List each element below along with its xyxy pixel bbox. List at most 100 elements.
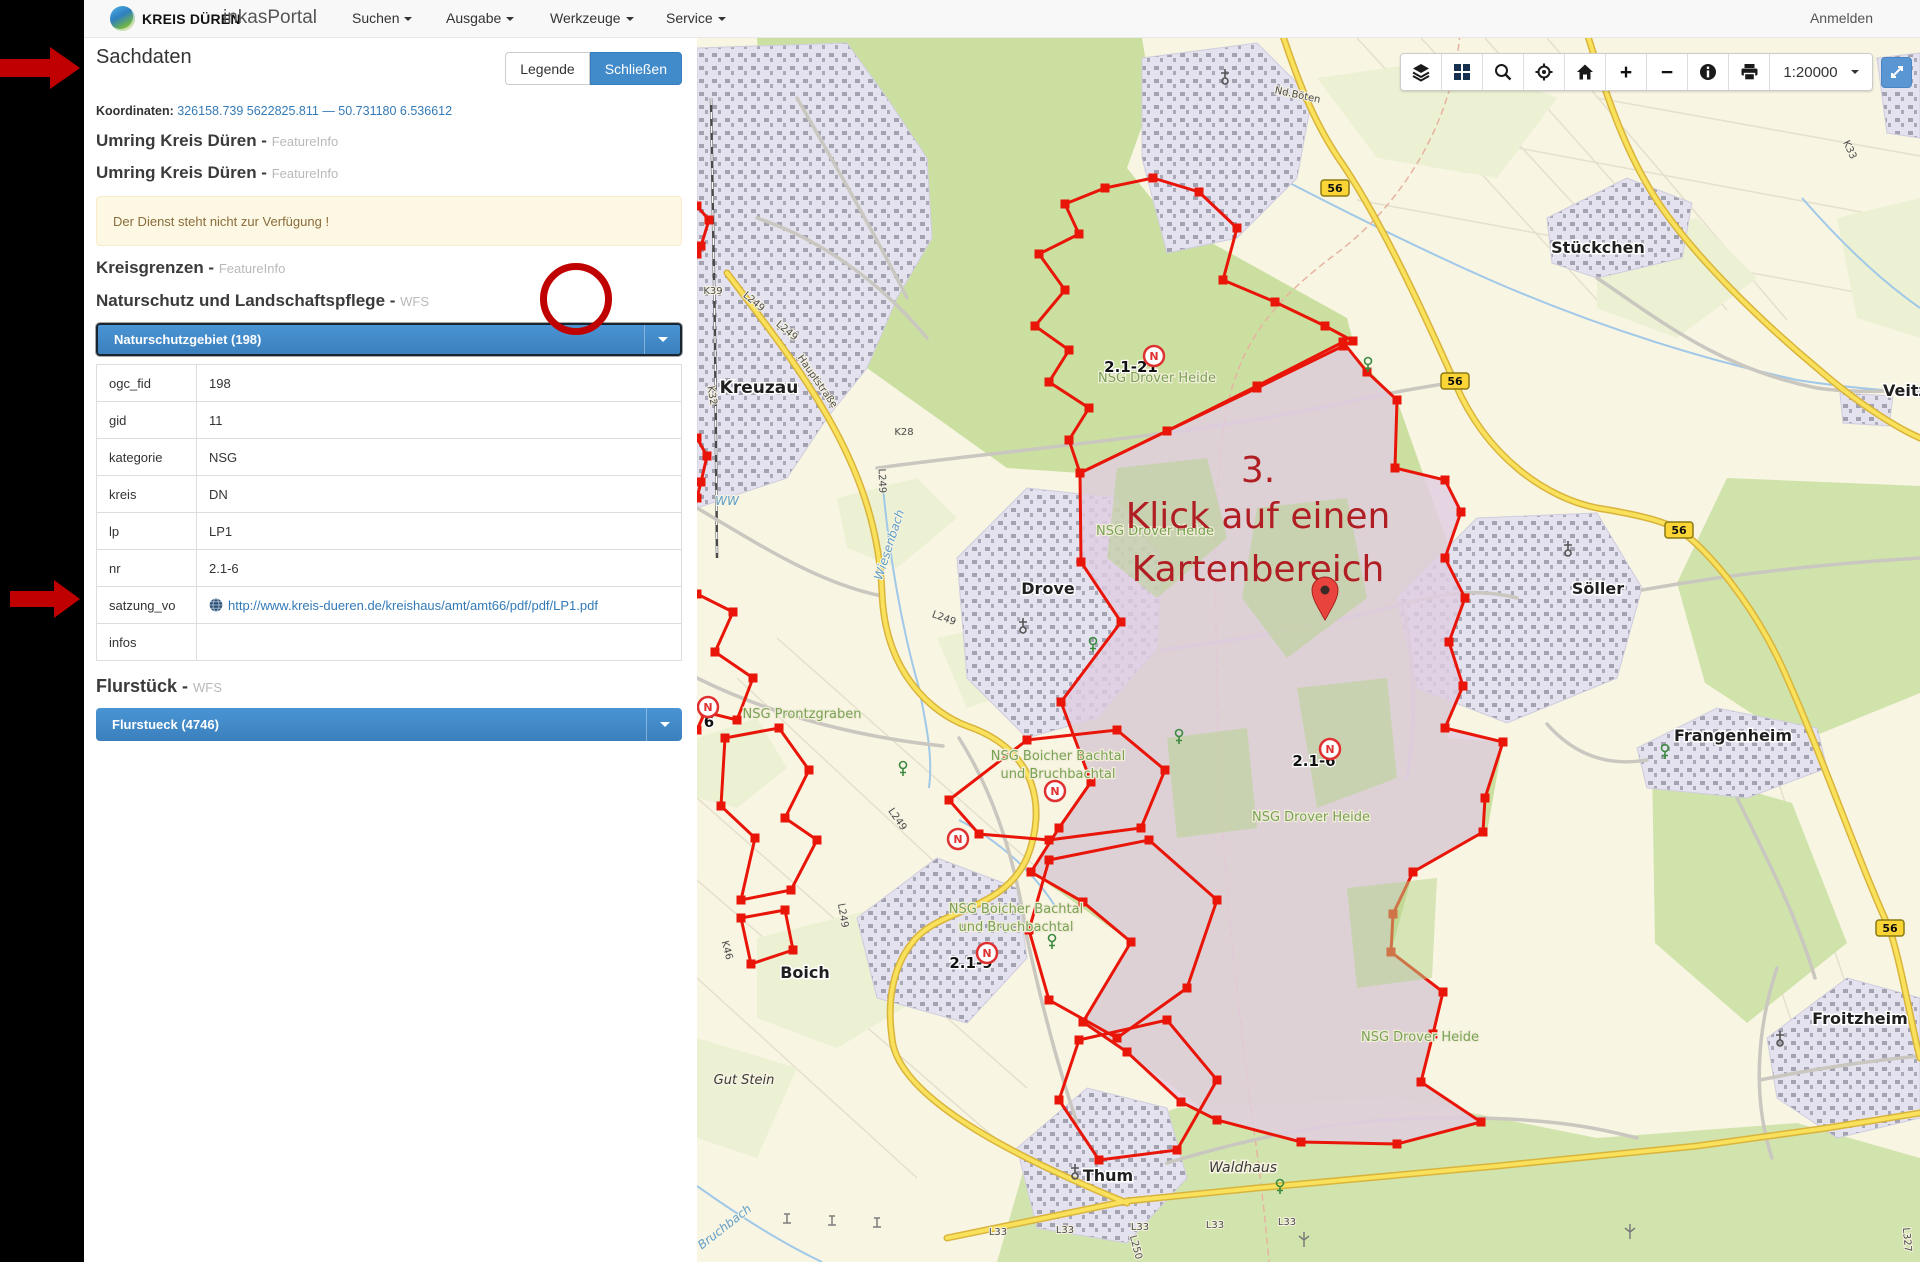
top-navbar: KREIS DÜREN inkasPortal Suchen Ausgabe W… (84, 0, 1920, 38)
road-shield-56: 56 (1447, 375, 1463, 388)
fullscreen-button[interactable] (1881, 57, 1912, 88)
geolocate-button[interactable] (1524, 54, 1565, 90)
nsg-label-prontzgraben: NSG Prontzgraben (742, 707, 861, 722)
scale-select[interactable]: 1:20000 (1770, 54, 1872, 90)
road-label-k28: K28 (894, 427, 913, 438)
table-row: lpLP1 (97, 513, 682, 550)
globe-logo-icon (110, 6, 135, 31)
login-link[interactable]: Anmelden (1810, 10, 1873, 26)
road-label-l33: L33 (1056, 1225, 1074, 1236)
section-kreisgrenzen: Kreisgrenzen - FeatureInfo (96, 258, 285, 278)
map-viewport[interactable]: 56 56 56 56 Hauptstraße Nd.Böten K28 L24… (697, 38, 1920, 1262)
nsg-badge-icon: N (1050, 785, 1059, 798)
hamlet-label-gutstein: Gut Stein (714, 1073, 775, 1088)
road-label-l327: L327 (1900, 1227, 1913, 1253)
town-label-froitzheim: Froitzheim (1812, 1009, 1908, 1028)
nsg-badge-icon: N (1149, 350, 1158, 363)
print-button[interactable] (1729, 54, 1770, 90)
road-label-l33: L33 (989, 1227, 1007, 1238)
annotation-arrow-sachdaten-icon (0, 45, 82, 91)
section-naturschutz: Naturschutz und Landschaftspflege - WFS (96, 291, 429, 311)
nsg-badge-icon: N (703, 701, 712, 714)
road-label-l33: L33 (1206, 1220, 1224, 1231)
info-button[interactable] (1688, 54, 1729, 90)
nsg-label-boicher: NSG Boicher Bachtal (991, 749, 1125, 764)
left-black-strip (0, 0, 84, 1262)
satzung-vo-link[interactable]: http://www.kreis-dueren.de/kreishaus/amt… (228, 598, 598, 613)
menu-suchen[interactable]: Suchen (352, 10, 412, 26)
town-label-drove: Drove (1021, 579, 1075, 598)
table-row: kreisDN (97, 476, 682, 513)
coordinates-label: Koordinaten: (96, 104, 174, 118)
home-icon (1576, 63, 1594, 81)
road-label-k39: K39 (703, 286, 722, 297)
road-label-l249: L249 (876, 468, 888, 493)
instruction-line-3: Kartenbereich (1132, 549, 1385, 590)
town-label-thum: Thum (1083, 1166, 1133, 1185)
map-toolbar: + − 1:20000 (1400, 53, 1912, 91)
nsg-label-boicher: und Bruchbachtal (1000, 767, 1115, 782)
table-row: nr2.1-6 (97, 550, 682, 587)
coordinates-value[interactable]: 326158.739 5622825.811 — 50.731180 6.536… (177, 104, 452, 118)
section-umring-1: Umring Kreis Düren - FeatureInfo (96, 131, 338, 151)
road-label-l33: L33 (1278, 1217, 1296, 1228)
panel-title: Sachdaten (96, 46, 192, 69)
search-button[interactable] (1483, 54, 1524, 90)
chevron-down-icon (626, 17, 634, 21)
home-button[interactable] (1565, 54, 1606, 90)
scale-value: 1:20000 (1783, 64, 1837, 81)
annotation-arrow-satzungvo-icon (10, 578, 82, 620)
naturschutzgebiet-dropdown[interactable]: Naturschutzgebiet (198) (96, 323, 682, 356)
menu-werkzeuge[interactable]: Werkzeuge (550, 10, 634, 26)
layers-button[interactable] (1401, 54, 1442, 90)
nsg-badge-icon: N (982, 947, 991, 960)
coordinates-line: Koordinaten: 326158.739 5622825.811 — 50… (96, 104, 452, 118)
flurstueck-dropdown[interactable]: Flurstueck (4746) (96, 708, 682, 741)
globe-link-icon (209, 598, 223, 612)
chevron-down-icon (506, 17, 514, 21)
zoom-out-button[interactable]: − (1647, 54, 1688, 90)
chevron-down-icon (718, 17, 726, 21)
hamlet-label-waldhaus: Waldhaus (1209, 1160, 1277, 1176)
app-title: inkasPortal (223, 7, 317, 29)
table-row: ogc_fid198 (97, 365, 682, 402)
dropdown-caret-icon (658, 337, 668, 342)
menu-ausgabe[interactable]: Ausgabe (446, 10, 514, 26)
nsg-label-drover: NSG Drover Heide (1252, 810, 1370, 825)
town-label-soeller: Söller (1572, 579, 1624, 598)
nsg-label-boicher: NSG Boicher Bachtal (949, 902, 1083, 917)
kreis-dueren-logo[interactable]: KREIS DÜREN (110, 6, 241, 31)
town-label-veitzheim: Veitzhe (1883, 381, 1920, 400)
modules-button[interactable] (1442, 54, 1483, 90)
town-label-boich: Boich (780, 963, 830, 982)
attribute-table: ogc_fid198 gid11 kategorieNSG kreisDN lp… (96, 364, 682, 661)
zoom-in-button[interactable]: + (1606, 54, 1647, 90)
table-row: infos (97, 624, 682, 661)
town-label-frangenheim: Frangenheim (1674, 726, 1792, 745)
service-warning: Der Dienst steht nicht zur Verfügung ! (96, 196, 682, 246)
geolocate-icon (1535, 63, 1553, 81)
fullscreen-icon (1889, 64, 1905, 80)
menu-service[interactable]: Service (666, 10, 726, 26)
road-shield-56: 56 (1671, 524, 1687, 537)
dropdown-caret-icon (660, 722, 670, 727)
search-icon (1494, 63, 1512, 81)
table-row: satzung_vo http://www.kreis-dueren.de/kr… (97, 587, 682, 624)
chevron-down-icon (1851, 70, 1859, 74)
road-shield-56: 56 (1327, 182, 1343, 195)
schliessen-button[interactable]: Schließen (590, 52, 682, 85)
legende-button[interactable]: Legende (505, 52, 590, 85)
layers-icon (1411, 62, 1431, 82)
road-shield-56: 56 (1882, 922, 1898, 935)
table-row: kategorieNSG (97, 439, 682, 476)
plus-icon: + (1620, 62, 1632, 83)
town-label-kreuzau: Kreuzau (720, 378, 799, 398)
road-label-l33: L33 (1131, 1222, 1149, 1233)
town-label-stueckchen: Stückchen (1551, 238, 1645, 257)
inkas-portal-window: KREIS DÜREN inkasPortal Suchen Ausgabe W… (0, 0, 1920, 1262)
print-icon (1740, 63, 1759, 81)
section-umring-2: Umring Kreis Düren - FeatureInfo (96, 163, 338, 183)
section-flurstueck: Flurstück - WFS (96, 676, 222, 697)
table-row: gid11 (97, 402, 682, 439)
instruction-line-1: 3. (1241, 450, 1275, 491)
